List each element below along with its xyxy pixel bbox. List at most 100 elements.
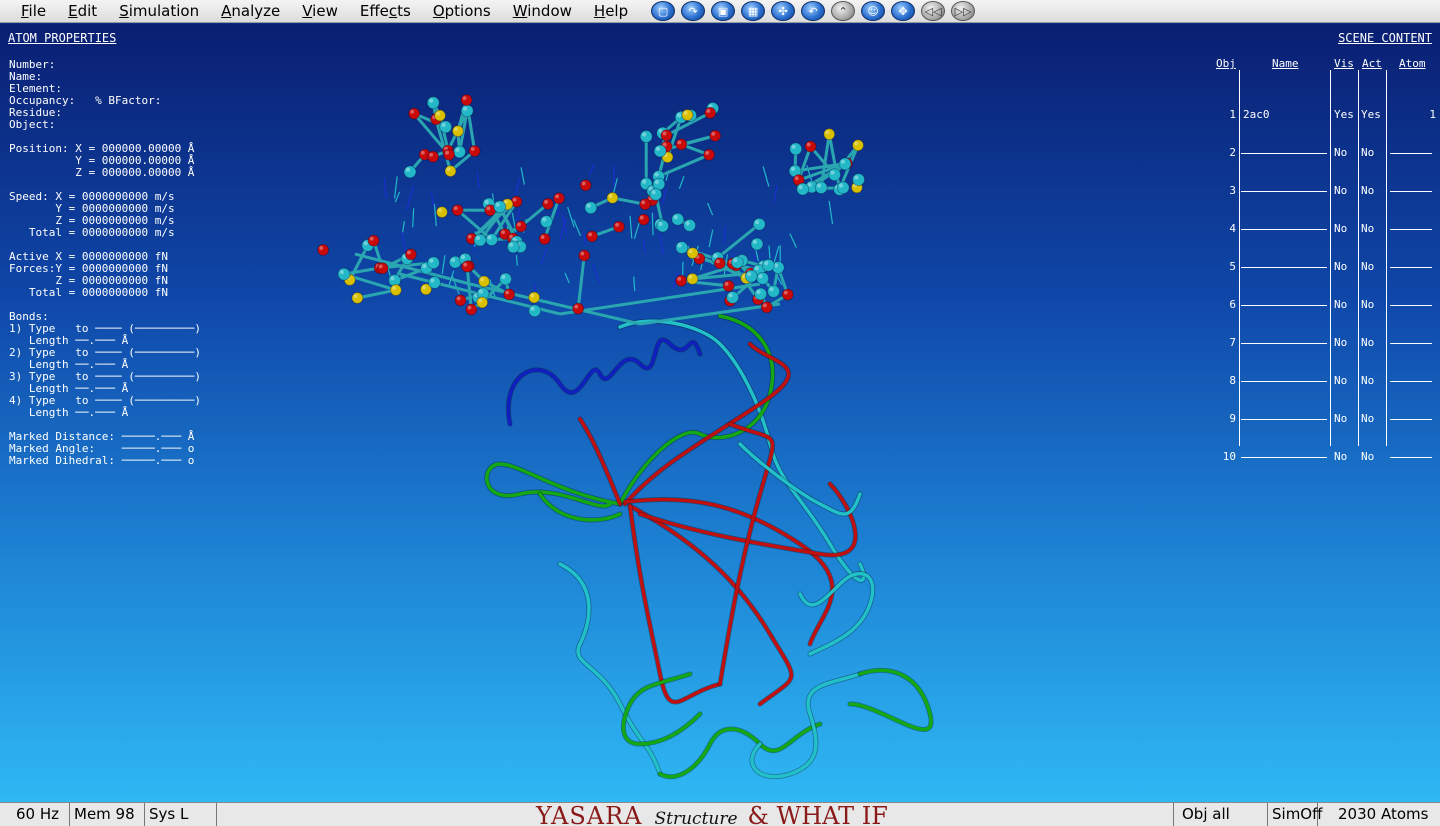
save-icon[interactable]: ▣ xyxy=(711,1,736,21)
atom-ball xyxy=(781,288,794,301)
wire-bond xyxy=(762,166,770,187)
atom-ball xyxy=(461,260,474,273)
atom-ball xyxy=(823,128,836,141)
wire-bond xyxy=(383,177,387,199)
empty-name-line xyxy=(1241,419,1327,420)
object-selector[interactable]: Obj all xyxy=(1173,803,1268,826)
atom-highlight xyxy=(487,235,492,240)
atom-ball xyxy=(704,106,717,119)
wire-bond xyxy=(789,233,797,248)
screenshot-icon[interactable]: ▦ xyxy=(741,1,766,21)
scene-row[interactable]: 1 2ac0 Yes Yes 1 xyxy=(1212,109,1440,121)
atom-highlight xyxy=(455,147,460,152)
atom-highlight xyxy=(642,132,647,137)
atom-properties-panel: Number: Name: Element: Occupancy: % BFac… xyxy=(9,58,202,467)
wire-bond xyxy=(441,255,446,275)
atom-highlight xyxy=(544,200,548,204)
atom-highlight xyxy=(747,272,752,277)
atom-ball xyxy=(814,181,828,195)
atom-highlight xyxy=(574,304,579,309)
atom-ball xyxy=(709,129,722,142)
atom-ball xyxy=(460,94,473,107)
menu-edit[interactable]: Edit xyxy=(57,0,108,22)
move-icon[interactable]: ✥ xyxy=(891,1,916,21)
atom-highlight xyxy=(517,222,521,227)
wire-bond xyxy=(658,233,664,255)
atom-highlight xyxy=(655,146,661,151)
ribbon-shadow xyxy=(749,671,863,780)
atom-highlight xyxy=(854,141,859,146)
atom-ball xyxy=(552,192,565,205)
new-scene-icon[interactable]: ▢ xyxy=(651,1,676,21)
scene-row[interactable]: 10 No No xyxy=(1212,451,1440,463)
frame-rate: 60 Hz xyxy=(0,803,70,826)
atom-highlight xyxy=(446,167,451,172)
atom-highlight xyxy=(480,277,485,282)
menu-options[interactable]: Options xyxy=(422,0,502,22)
empty-atom-line xyxy=(1390,343,1432,344)
wire-bond xyxy=(402,221,406,233)
atom-highlight xyxy=(462,106,468,111)
atom-highlight xyxy=(484,199,489,205)
col-header-atom: Atom xyxy=(1399,57,1426,70)
atom-highlight xyxy=(854,175,859,180)
row-obj: 8 xyxy=(1229,374,1236,387)
row-obj: 7 xyxy=(1229,336,1236,349)
scene-row[interactable]: 3 No No xyxy=(1212,185,1440,197)
load-icon[interactable]: ↷ xyxy=(681,1,706,21)
rotate-icon[interactable]: ✣ xyxy=(771,1,796,21)
simulation-toggle[interactable]: SimOff xyxy=(1268,803,1322,826)
atom-highlight xyxy=(764,261,769,266)
row-obj: 6 xyxy=(1229,298,1236,311)
wire-bond xyxy=(629,215,633,239)
atom-highlight xyxy=(463,262,468,267)
atom-highlight xyxy=(706,109,711,113)
atom-ball xyxy=(493,200,507,214)
menu-view[interactable]: View xyxy=(291,0,349,22)
atom-ball xyxy=(852,139,865,152)
row-vis: No xyxy=(1334,450,1348,463)
3d-viewport[interactable]: ATOM PROPERTIES Number: Name: Element: O… xyxy=(0,24,1440,802)
row-atom: 1 xyxy=(1429,108,1436,121)
menu-help[interactable]: Help xyxy=(583,0,639,22)
back-icon[interactable]: ⌃ xyxy=(831,1,856,21)
scene-row[interactable]: 4 No No xyxy=(1212,223,1440,235)
atom-highlight xyxy=(733,258,738,263)
atom-highlight xyxy=(438,208,442,213)
menu-bar: File Edit Simulation Analyze View Effects Opti… xyxy=(0,0,1440,23)
scene-row[interactable]: 5 No No xyxy=(1212,261,1440,273)
atom-highlight xyxy=(790,166,796,172)
wire-bond xyxy=(828,200,834,225)
atom-ball xyxy=(538,232,551,245)
row-act: No xyxy=(1361,450,1375,463)
menu-effects[interactable]: Effects xyxy=(349,0,422,22)
atom-properties-title: ATOM PROPERTIES xyxy=(8,31,117,45)
scene-row[interactable]: 7 No No xyxy=(1212,337,1440,349)
forward-icon[interactable]: ▷▷ xyxy=(951,1,976,21)
scene-row[interactable]: 9 No No xyxy=(1212,413,1440,425)
column-divider xyxy=(1330,70,1331,446)
scene-row[interactable]: 6 No No xyxy=(1212,299,1440,311)
atom-highlight xyxy=(688,274,693,279)
atom-highlight xyxy=(339,269,344,275)
atom-highlight xyxy=(752,239,758,245)
atom-highlight xyxy=(654,172,659,177)
atom-ball xyxy=(606,191,619,204)
atom-highlight xyxy=(509,242,514,247)
scene-row[interactable]: 8 No No xyxy=(1212,375,1440,387)
rewind-icon[interactable]: ◁◁ xyxy=(921,1,946,21)
atom-highlight xyxy=(641,200,646,205)
face-icon[interactable]: ☺ xyxy=(861,1,886,21)
undo-icon[interactable]: ↶ xyxy=(801,1,826,21)
menu-window[interactable]: Window xyxy=(502,0,583,22)
stick-bond xyxy=(639,302,781,326)
menu-analyze[interactable]: Analyze xyxy=(210,0,291,22)
scene-row[interactable]: 2 No No xyxy=(1212,147,1440,159)
menu-file[interactable]: File xyxy=(10,0,57,22)
atom-highlight xyxy=(840,159,845,164)
atom-ball xyxy=(713,257,726,270)
row-vis: No xyxy=(1334,412,1348,425)
atom-highlight xyxy=(453,206,458,211)
atom-highlight xyxy=(430,278,435,283)
menu-simulation[interactable]: Simulation xyxy=(108,0,210,22)
